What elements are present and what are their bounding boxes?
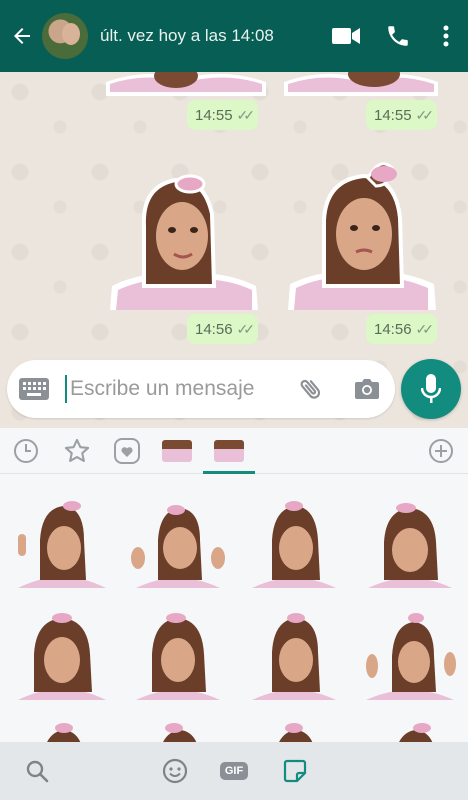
video-camera-icon	[332, 28, 360, 44]
sticker-item[interactable]	[360, 496, 460, 588]
sticker-image	[399, 723, 433, 742]
sticker-image	[131, 505, 225, 588]
sticker-image	[368, 503, 452, 588]
star-icon	[64, 438, 90, 462]
text-caret	[65, 375, 67, 403]
emoji-tab-button[interactable]	[160, 756, 190, 786]
sticker-image	[279, 723, 313, 742]
more-options-button[interactable]	[424, 0, 468, 72]
sticker-image	[284, 72, 438, 96]
sticker-image	[288, 162, 436, 310]
add-sticker-pack-button[interactable]	[426, 436, 456, 466]
sticker-image	[18, 613, 106, 700]
sticker-image	[47, 723, 81, 742]
sticker-item[interactable]	[12, 496, 112, 588]
sticker-tabs	[0, 428, 468, 474]
more-vertical-icon	[443, 25, 449, 47]
sticker-message[interactable]	[284, 156, 438, 310]
message-timestamp: 14:55 ✓✓	[187, 100, 259, 130]
phone-icon	[388, 26, 408, 46]
chat-header: últ. vez hoy a las 14:08	[0, 0, 468, 72]
time-text: 14:56	[195, 320, 233, 338]
arrow-left-icon	[14, 28, 30, 44]
tab-recent[interactable]	[11, 436, 41, 466]
last-seen-status[interactable]: últ. vez hoy a las 14:08	[100, 26, 320, 46]
sticker-item[interactable]	[128, 608, 228, 700]
search-stickers-button[interactable]	[22, 756, 52, 786]
message-timestamp: 14:56 ✓✓	[187, 314, 259, 344]
sticker-image	[163, 723, 197, 742]
sticker-item[interactable]	[128, 720, 228, 742]
sticker-item[interactable]	[128, 496, 228, 588]
sticker-icon	[283, 759, 307, 783]
sticker-message[interactable]	[104, 166, 264, 310]
sticker-image	[106, 72, 266, 96]
sticker-item[interactable]	[12, 608, 112, 700]
sticker-item[interactable]	[360, 720, 460, 742]
double-check-icon: ✓✓	[236, 320, 256, 337]
sticker-item[interactable]	[360, 608, 460, 700]
sticker-image	[136, 613, 220, 700]
smiley-icon	[162, 758, 188, 784]
plus-circle-icon	[429, 439, 453, 463]
sticker-pack-thumbnail	[214, 440, 244, 462]
contact-avatar[interactable]	[42, 13, 88, 59]
emoji-bottom-bar: GIF	[0, 742, 468, 800]
keyboard-icon	[19, 378, 49, 400]
sticker-tab-button[interactable]	[280, 756, 310, 786]
voice-call-button[interactable]	[372, 0, 424, 72]
heart-icon	[114, 438, 140, 464]
paperclip-icon	[300, 379, 321, 399]
tab-sticker-pack-1[interactable]	[162, 436, 192, 466]
active-tab-indicator	[203, 471, 255, 474]
keyboard-toggle-button[interactable]	[7, 378, 61, 400]
back-button[interactable]	[2, 0, 42, 72]
camera-icon	[355, 379, 379, 399]
message-timestamp: 14:55 ✓✓	[366, 100, 438, 130]
sticker-image	[110, 174, 258, 310]
sticker-panel	[0, 428, 468, 742]
message-input[interactable]: Escribe un mensaje	[70, 377, 283, 401]
sticker-image	[18, 501, 106, 588]
clock-icon	[14, 439, 38, 463]
sticker-image	[366, 613, 456, 700]
sticker-item[interactable]	[244, 496, 344, 588]
microphone-icon	[421, 374, 441, 403]
double-check-icon: ✓✓	[415, 106, 435, 123]
message-input-bar: Escribe un mensaje	[7, 360, 395, 418]
tab-sticker-pack-2[interactable]	[214, 436, 244, 466]
time-text: 14:56	[374, 320, 412, 338]
tab-loved[interactable]	[112, 436, 142, 466]
gif-tab-button[interactable]: GIF	[219, 756, 249, 786]
double-check-icon: ✓✓	[415, 320, 435, 337]
double-check-icon: ✓✓	[236, 106, 256, 123]
sticker-item[interactable]	[12, 720, 112, 742]
voice-record-button[interactable]	[401, 359, 461, 419]
sticker-item[interactable]	[244, 720, 344, 742]
sticker-message[interactable]	[106, 72, 266, 96]
sticker-image	[252, 501, 336, 588]
sticker-item[interactable]	[244, 608, 344, 700]
video-call-button[interactable]	[320, 0, 372, 72]
camera-button[interactable]	[339, 378, 395, 400]
search-icon	[26, 760, 49, 783]
message-timestamp: 14:56 ✓✓	[366, 314, 438, 344]
time-text: 14:55	[374, 106, 412, 124]
gif-icon: GIF	[219, 762, 249, 780]
tab-favorites[interactable]	[62, 436, 92, 466]
sticker-image	[252, 613, 336, 700]
attach-button[interactable]	[283, 376, 339, 402]
sticker-message[interactable]	[284, 72, 438, 96]
time-text: 14:55	[195, 106, 233, 124]
sticker-pack-thumbnail	[162, 440, 192, 462]
